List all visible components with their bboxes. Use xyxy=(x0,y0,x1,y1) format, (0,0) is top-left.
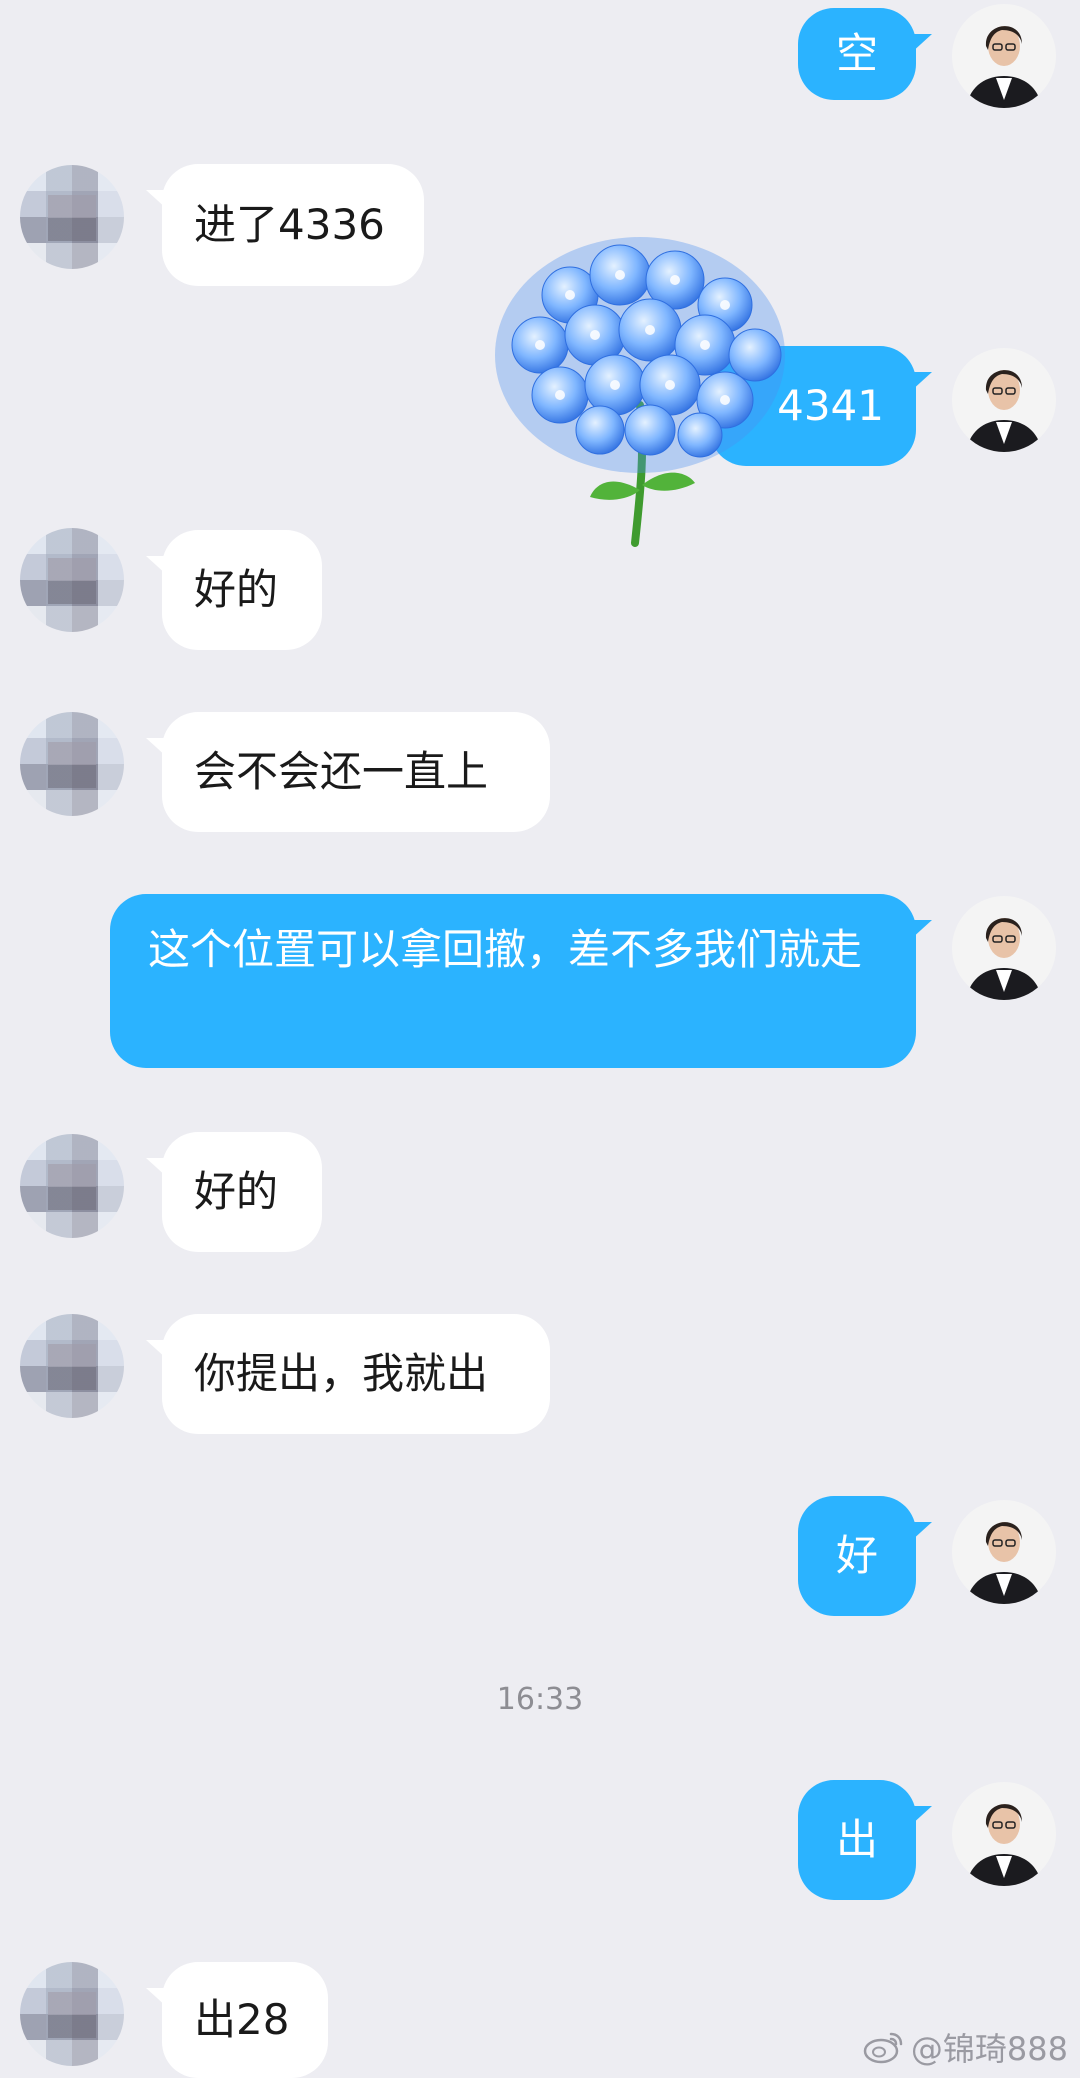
outgoing-message-bubble[interactable]: 空 xyxy=(798,8,932,100)
incoming-message-bubble[interactable]: 出28 xyxy=(146,1962,328,2078)
message-timestamp: 16:33 xyxy=(496,1682,584,1717)
woman-portrait-icon xyxy=(952,348,1056,452)
contact-avatar[interactable] xyxy=(20,1134,124,1238)
woman-portrait-icon xyxy=(952,896,1056,1000)
outgoing-message-bubble[interactable]: 出 xyxy=(798,1780,932,1900)
incoming-message-bubble[interactable]: 你提出，我就出 xyxy=(146,1314,550,1434)
my-avatar[interactable] xyxy=(952,896,1056,1000)
outgoing-message-bubble[interactable]: 好 xyxy=(798,1496,932,1616)
woman-portrait-icon xyxy=(952,4,1056,108)
my-avatar[interactable] xyxy=(952,1782,1056,1886)
contact-avatar[interactable] xyxy=(20,528,124,632)
my-avatar[interactable] xyxy=(952,348,1056,452)
incoming-message-bubble[interactable]: 会不会还一直上 xyxy=(146,712,550,832)
chat-conversation: 空 进了4336 4341 好的 会不会还一直上 这个位置可以拿回撤，差不多我们… xyxy=(0,0,1080,2078)
watermark-text: @锦琦888 xyxy=(910,2030,1068,2068)
weibo-logo-icon xyxy=(863,2032,903,2064)
woman-portrait-icon xyxy=(952,1500,1056,1604)
my-avatar[interactable] xyxy=(952,1500,1056,1604)
incoming-message-bubble[interactable]: 好的 xyxy=(146,1132,322,1252)
blue-hydrangea-sticker xyxy=(495,237,785,547)
contact-avatar[interactable] xyxy=(20,1962,124,2066)
contact-avatar[interactable] xyxy=(20,165,124,269)
contact-avatar[interactable] xyxy=(20,712,124,816)
incoming-message-bubble[interactable]: 好的 xyxy=(146,530,322,650)
contact-avatar[interactable] xyxy=(20,1314,124,1418)
weibo-watermark: @锦琦888 xyxy=(863,2024,1068,2070)
outgoing-message-bubble[interactable]: 这个位置可以拿回撤，差不多我们就走 xyxy=(110,894,932,1068)
my-avatar[interactable] xyxy=(952,4,1056,108)
woman-portrait-icon xyxy=(952,1782,1056,1886)
incoming-message-bubble[interactable]: 进了4336 xyxy=(146,164,424,286)
